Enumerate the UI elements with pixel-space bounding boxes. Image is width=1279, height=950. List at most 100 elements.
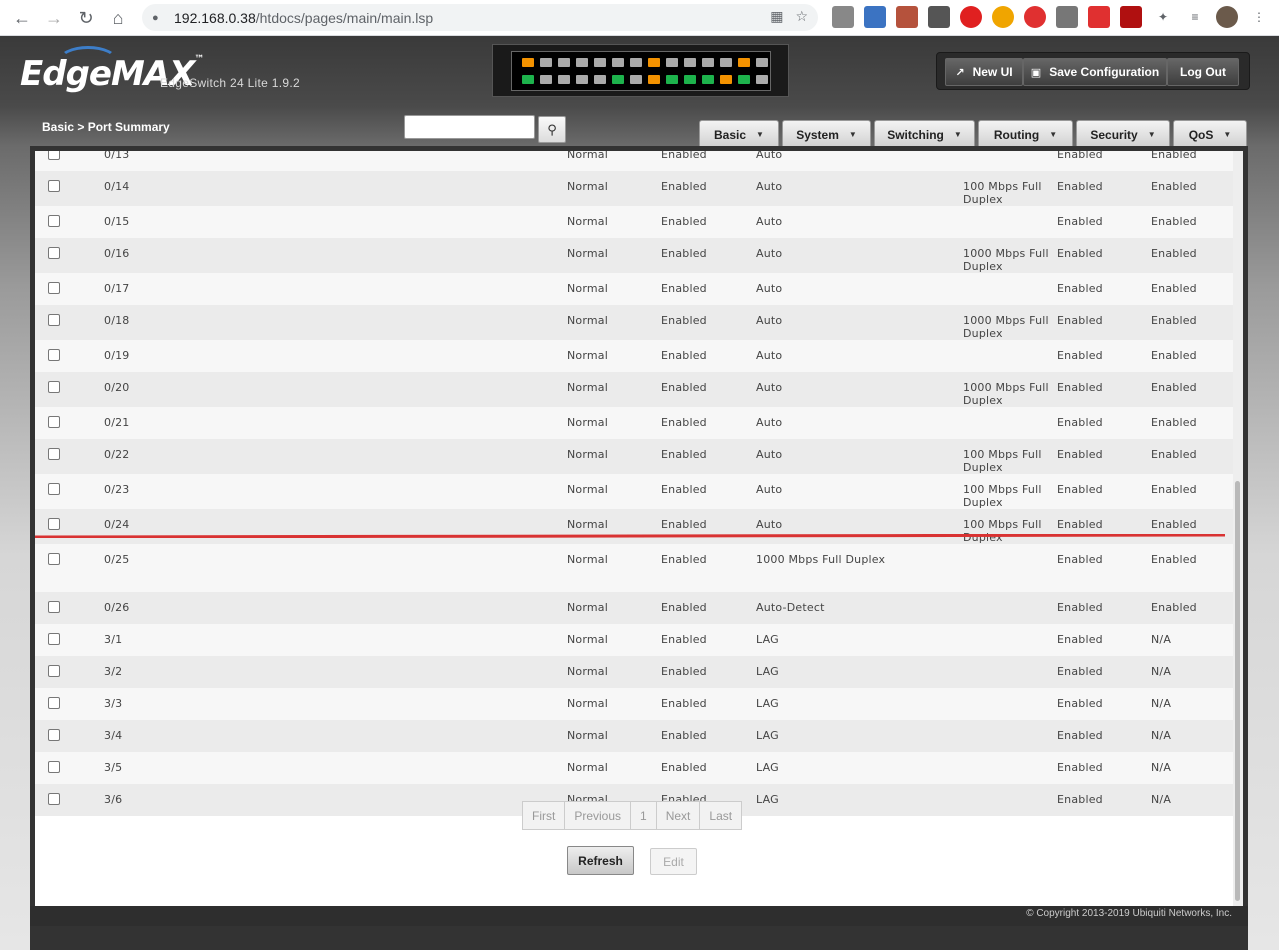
menu-switching[interactable]: Switching ▼ (874, 120, 975, 149)
last-page-button[interactable]: Last (700, 802, 741, 829)
search-button[interactable]: ⚲ (538, 116, 566, 143)
row-checkbox[interactable] (48, 665, 60, 677)
bookmark-star-icon[interactable]: ☆ (795, 8, 808, 25)
extension-icon[interactable] (864, 6, 886, 28)
row-checkbox[interactable] (48, 282, 60, 294)
vertical-scrollbar[interactable] (1233, 151, 1243, 906)
table-row[interactable]: 3/5 Normal Enabled LAG Enabled N/A (35, 752, 1233, 784)
port-led-bottom[interactable] (630, 75, 642, 84)
table-row[interactable]: 0/26 Normal Enabled Auto-Detect Enabled Enabl… (35, 592, 1233, 624)
extension-icon[interactable] (1088, 6, 1110, 28)
port-led-top[interactable] (738, 58, 750, 67)
table-row[interactable]: 3/2 Normal Enabled LAG Enabled N/A (35, 656, 1233, 688)
save-configuration-button[interactable]: ▣ Save Configuration (1023, 58, 1167, 86)
port-led-top[interactable] (756, 58, 768, 67)
table-row[interactable]: 0/23 Normal Enabled Auto 100 Mbps Full Duple… (35, 474, 1233, 509)
table-row[interactable]: 0/17 Normal Enabled Auto Enabled Enabled (35, 273, 1233, 305)
table-row[interactable]: 3/1 Normal Enabled LAG Enabled N/A (35, 624, 1233, 656)
new-ui-button[interactable]: ↗ New UI (945, 58, 1023, 86)
puzzle-icon[interactable]: ✦ (1152, 6, 1174, 28)
menu-routing[interactable]: Routing ▼ (978, 120, 1073, 149)
table-row[interactable]: 0/18 Normal Enabled Auto 1000 Mbps Full Dupl… (35, 305, 1233, 340)
port-led-top[interactable] (720, 58, 732, 67)
previous-page-button[interactable]: Previous (565, 802, 632, 829)
row-checkbox[interactable] (48, 151, 60, 160)
port-led-top[interactable] (648, 58, 660, 67)
refresh-button[interactable]: Refresh (567, 846, 634, 875)
extension-icon[interactable] (1024, 6, 1046, 28)
port-led-bottom[interactable] (612, 75, 624, 84)
port-led-top[interactable] (702, 58, 714, 67)
scrollbar-thumb[interactable] (1235, 481, 1240, 901)
row-checkbox[interactable] (48, 518, 60, 530)
avatar[interactable] (1216, 6, 1238, 28)
row-checkbox[interactable] (48, 448, 60, 460)
menu-basic[interactable]: Basic ▼ (699, 120, 779, 149)
row-checkbox[interactable] (48, 180, 60, 192)
row-checkbox[interactable] (48, 601, 60, 613)
port-led-top[interactable] (666, 58, 678, 67)
port-led-bottom[interactable] (666, 75, 678, 84)
row-checkbox[interactable] (48, 416, 60, 428)
table-row[interactable]: 3/4 Normal Enabled LAG Enabled N/A (35, 720, 1233, 752)
address-bar[interactable]: ● 192.168.0.38/htdocs/pages/main/main.ls… (142, 4, 818, 31)
row-checkbox[interactable] (48, 349, 60, 361)
row-checkbox[interactable] (48, 633, 60, 645)
row-checkbox[interactable] (48, 761, 60, 773)
port-led-top[interactable] (576, 58, 588, 67)
table-row[interactable]: 0/20 Normal Enabled Auto 1000 Mbps Full Dupl… (35, 372, 1233, 407)
port-led-top[interactable] (630, 58, 642, 67)
table-row[interactable]: 0/22 Normal Enabled Auto 100 Mbps Full Duple… (35, 439, 1233, 474)
port-led-bottom[interactable] (522, 75, 534, 84)
reading-list-icon[interactable]: ≡ (1184, 6, 1206, 28)
row-checkbox[interactable] (48, 793, 60, 805)
port-led-bottom[interactable] (738, 75, 750, 84)
extension-icon[interactable] (896, 6, 918, 28)
first-page-button[interactable]: First (523, 802, 566, 829)
page-number[interactable]: 1 (631, 802, 657, 829)
reload-icon[interactable]: ↻ (70, 2, 102, 34)
table-row[interactable]: 0/24 Normal Enabled Auto 100 Mbps Full Duple… (35, 509, 1233, 544)
row-checkbox[interactable] (48, 729, 60, 741)
extension-icon[interactable] (960, 6, 982, 28)
search-input[interactable] (404, 115, 535, 139)
table-row[interactable]: 3/3 Normal Enabled LAG Enabled N/A (35, 688, 1233, 720)
row-checkbox[interactable] (48, 247, 60, 259)
extension-icon[interactable] (832, 6, 854, 28)
forward-icon[interactable]: → (38, 2, 70, 34)
row-checkbox[interactable] (48, 215, 60, 227)
port-led-top[interactable] (612, 58, 624, 67)
kebab-menu-icon[interactable]: ⋮ (1248, 6, 1270, 28)
back-icon[interactable]: ← (6, 2, 38, 34)
table-row[interactable]: 0/25 Normal Enabled 1000 Mbps Full Duplex En… (35, 544, 1233, 592)
info-icon[interactable]: ● (152, 12, 168, 24)
table-row[interactable]: 0/16 Normal Enabled Auto 1000 Mbps Full Dupl… (35, 238, 1233, 273)
port-led-top[interactable] (522, 58, 534, 67)
port-led-bottom[interactable] (594, 75, 606, 84)
port-led-bottom[interactable] (756, 75, 768, 84)
row-checkbox[interactable] (48, 314, 60, 326)
next-page-button[interactable]: Next (657, 802, 701, 829)
home-icon[interactable]: ⌂ (102, 2, 134, 34)
table-row[interactable]: 0/21 Normal Enabled Auto Enabled Enabled (35, 407, 1233, 439)
logout-button[interactable]: Log Out (1167, 58, 1239, 86)
port-led-bottom[interactable] (702, 75, 714, 84)
port-led-top[interactable] (594, 58, 606, 67)
port-led-bottom[interactable] (684, 75, 696, 84)
translate-icon[interactable]: ▦ (770, 8, 783, 25)
extension-icon[interactable] (1056, 6, 1078, 28)
edit-button[interactable]: Edit (650, 848, 697, 875)
row-checkbox[interactable] (48, 381, 60, 393)
port-led-bottom[interactable] (558, 75, 570, 84)
menu-qos[interactable]: QoS ▼ (1173, 120, 1247, 149)
table-row[interactable]: 0/13 Normal Enabled Auto Enabled Enabled (35, 151, 1233, 171)
port-led-top[interactable] (558, 58, 570, 67)
row-checkbox[interactable] (48, 553, 60, 565)
table-row[interactable]: 0/14 Normal Enabled Auto 100 Mbps Full Duple… (35, 171, 1233, 206)
row-checkbox[interactable] (48, 697, 60, 709)
port-led-top[interactable] (540, 58, 552, 67)
menu-system[interactable]: System ▼ (782, 120, 871, 149)
menu-security[interactable]: Security ▼ (1076, 120, 1170, 149)
port-led-bottom[interactable] (576, 75, 588, 84)
extension-icon[interactable] (992, 6, 1014, 28)
